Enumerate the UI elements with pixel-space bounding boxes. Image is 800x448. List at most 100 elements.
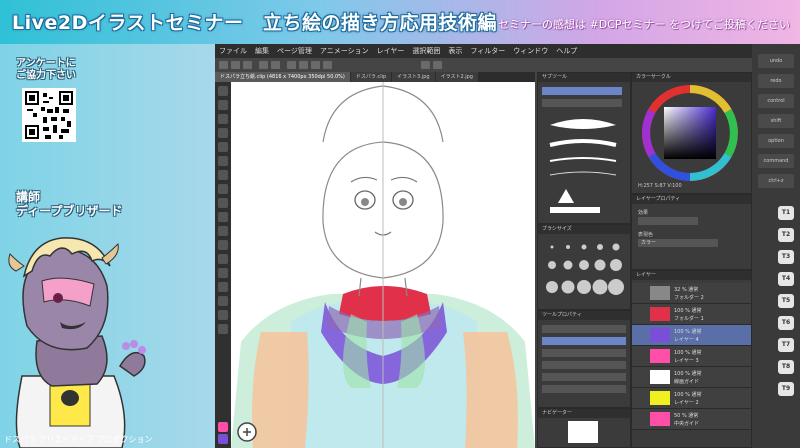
operation-tool-icon[interactable]: [218, 114, 228, 124]
layer-row[interactable]: 100 % 通常 フォルダー 1: [632, 304, 751, 325]
menu-selection[interactable]: 選択範囲: [408, 46, 444, 56]
tab-doc-3[interactable]: イラスト3.jpg: [392, 72, 435, 82]
tool-prop-row-2[interactable]: [542, 337, 626, 345]
snap-icon[interactable]: [421, 61, 430, 69]
sub-color-swatch[interactable]: [218, 434, 228, 444]
clear-icon[interactable]: [287, 61, 296, 69]
layer-row[interactable]: 100 % 通常 レイヤー 2: [632, 388, 751, 409]
tab-t1[interactable]: T1: [778, 206, 794, 220]
expression-color-select[interactable]: カラー: [638, 239, 718, 247]
instructor-info: 講師 ディープブリザード: [16, 190, 122, 218]
left-hand-device-strip: undo redo control shift option command c…: [752, 44, 800, 448]
tool-prop-row-3[interactable]: [542, 349, 626, 357]
airbrush-tool-icon[interactable]: [218, 212, 228, 222]
effect-buttons[interactable]: [638, 217, 698, 225]
menu-edit[interactable]: 編集: [251, 46, 273, 56]
blend-tool-icon[interactable]: [218, 240, 228, 250]
fill-tool-icon[interactable]: [218, 254, 228, 264]
eraser-tool-icon[interactable]: [218, 226, 228, 236]
layer-thumbnail: [650, 307, 670, 321]
layer-row[interactable]: 50 % 通常 中央ガイド: [632, 409, 751, 430]
ruler-icon[interactable]: [433, 61, 442, 69]
subtool-item-2[interactable]: [542, 99, 622, 107]
navigator-panel: ナビゲーター: [537, 408, 631, 448]
layer-row[interactable]: 100 % 通常 線画ガイド: [632, 367, 751, 388]
menu-file[interactable]: ファイル: [215, 46, 251, 56]
layer-name: レイヤー 4: [674, 337, 699, 343]
selection-tool-icon[interactable]: [218, 128, 228, 138]
tab-t6[interactable]: T6: [778, 316, 794, 330]
main-color-swatch[interactable]: [218, 422, 228, 432]
expression-color-label: 表現色: [638, 232, 654, 238]
layer-row-selected[interactable]: 100 % 通常 レイヤー 4: [632, 325, 751, 346]
layer-row[interactable]: 100 % 通常 レイヤー 3: [632, 346, 751, 367]
tab-t4[interactable]: T4: [778, 272, 794, 286]
layer-row[interactable]: 32 % 通常 フォルダー 2: [632, 283, 751, 304]
tab-doc-4[interactable]: イラスト2.jpg: [435, 72, 478, 82]
survey-text: アンケートに ご協力下さい: [16, 58, 76, 82]
qr-code[interactable]: [22, 88, 76, 142]
tool-prop-row-6[interactable]: [542, 385, 626, 393]
redo-key[interactable]: redo: [758, 74, 794, 88]
eyedropper-tool-icon[interactable]: [218, 156, 228, 166]
color-readout: H:257 S:87 V:100: [638, 183, 682, 189]
menu-view[interactable]: 表示: [444, 46, 466, 56]
menu-page[interactable]: ページ管理: [273, 46, 316, 56]
transform-icon[interactable]: [299, 61, 308, 69]
layer-thumbnail: [650, 412, 670, 426]
tab-t9[interactable]: T9: [778, 382, 794, 396]
figure-tool-icon[interactable]: [218, 282, 228, 292]
redo-icon[interactable]: [271, 61, 280, 69]
tab-doc-2[interactable]: ドスパラ.clip: [350, 72, 392, 82]
option-key[interactable]: option: [758, 134, 794, 148]
qr-code-image: [25, 91, 73, 139]
tool-prop-row-1[interactable]: [542, 325, 626, 333]
tab-t7[interactable]: T7: [778, 338, 794, 352]
color-wheel[interactable]: [642, 85, 738, 181]
menu-animation[interactable]: アニメーション: [316, 46, 373, 56]
save-icon[interactable]: [243, 61, 252, 69]
drawing-canvas[interactable]: [231, 82, 535, 448]
ruler-tool-icon[interactable]: [218, 324, 228, 334]
undo-key[interactable]: undo: [758, 54, 794, 68]
zoom-tool-icon[interactable]: [218, 86, 228, 96]
tool-prop-row-4[interactable]: [542, 361, 626, 369]
balloon-tool-icon[interactable]: [218, 310, 228, 320]
shift-key[interactable]: shift: [758, 114, 794, 128]
menu-help[interactable]: ヘルプ: [552, 46, 581, 56]
invert-selection-icon[interactable]: [323, 61, 332, 69]
move-tool-icon[interactable]: [218, 100, 228, 110]
undo-icon[interactable]: [259, 61, 268, 69]
command-key[interactable]: command: [758, 154, 794, 168]
control-key[interactable]: control: [758, 94, 794, 108]
ctrl-z-key[interactable]: ctrl+z: [758, 174, 794, 188]
new-icon[interactable]: [219, 61, 228, 69]
layer-name: フォルダー 1: [674, 316, 704, 322]
brush-tool-icon[interactable]: [218, 198, 228, 208]
lasso-tool-icon[interactable]: [218, 142, 228, 152]
gradient-tool-icon[interactable]: [218, 268, 228, 278]
menu-filter[interactable]: フィルター: [466, 46, 509, 56]
tab-t2[interactable]: T2: [778, 228, 794, 242]
text-tool-icon[interactable]: [218, 296, 228, 306]
pencil-tool-icon[interactable]: [218, 184, 228, 194]
tool-prop-row-5[interactable]: [542, 373, 626, 381]
open-icon[interactable]: [231, 61, 240, 69]
layer-list: 32 % 通常 フォルダー 2 100 % 通常 フォルダー 1 100 % 通…: [632, 283, 751, 445]
layer-opacity-mode: 100 % 通常: [674, 371, 702, 377]
pen-tool-icon[interactable]: [218, 170, 228, 180]
menu-layer[interactable]: レイヤー: [373, 46, 409, 56]
menu-window[interactable]: ウィンドウ: [509, 46, 552, 56]
tab-main-doc[interactable]: ドスパラ立ち絵.clip (4816 x 7400px 350dpi 50.0%…: [215, 72, 350, 82]
layer-panel-title: レイヤー: [632, 271, 751, 280]
layer-thumbnail: [650, 328, 670, 342]
navigator-preview[interactable]: [568, 421, 598, 443]
brush-size-grid[interactable]: [544, 239, 624, 303]
tab-t5[interactable]: T5: [778, 294, 794, 308]
document-tabs: ドスパラ立ち絵.clip (4816 x 7400px 350dpi 50.0%…: [215, 72, 535, 82]
tab-t3[interactable]: T3: [778, 250, 794, 264]
layer-thumbnail: [650, 391, 670, 405]
deselect-icon[interactable]: [311, 61, 320, 69]
tab-t8[interactable]: T8: [778, 360, 794, 374]
subtool-selected-item[interactable]: [542, 87, 622, 95]
